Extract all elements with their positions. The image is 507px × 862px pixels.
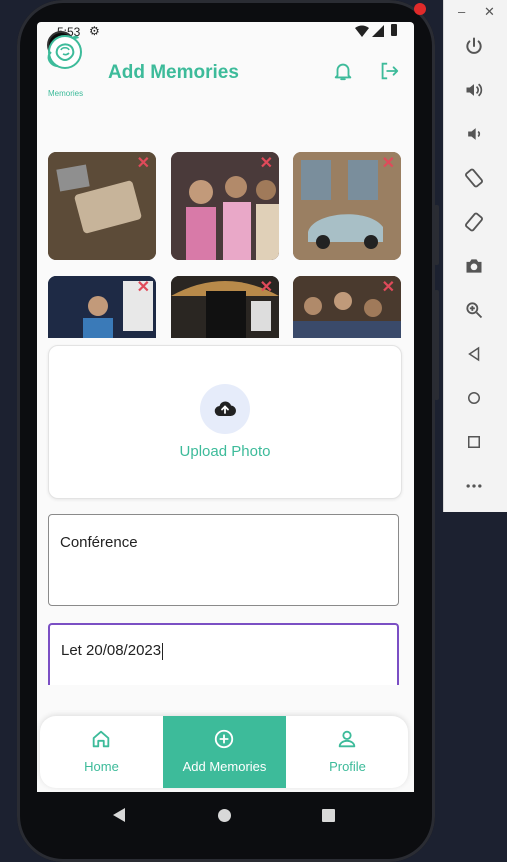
description-field-value: Let 20/08/2023	[61, 642, 162, 659]
remove-photo-icon[interactable]: ✕	[137, 280, 150, 296]
bottom-navigation: Home Add Memories Profile	[40, 716, 408, 788]
text-caret	[162, 642, 164, 660]
home-nav-icon[interactable]	[218, 809, 231, 822]
overview-icon[interactable]	[462, 430, 486, 454]
nav-add-memories[interactable]: Add Memories	[163, 716, 286, 788]
photo-thumb[interactable]: ✕	[48, 152, 156, 260]
profile-icon	[336, 728, 360, 752]
settings-gear-icon: ⚙	[89, 24, 100, 38]
record-indicator	[414, 3, 426, 15]
memories-logo-icon	[43, 30, 89, 84]
nav-home[interactable]: Home	[40, 716, 163, 788]
title-field-value: Conférence	[60, 534, 138, 551]
more-icon[interactable]	[462, 474, 486, 498]
nav-profile[interactable]: Profile	[286, 716, 408, 788]
wifi-icon	[355, 25, 369, 40]
battery-icon	[391, 24, 397, 36]
remove-photo-icon[interactable]: ✕	[260, 156, 273, 172]
remove-photo-icon[interactable]: ✕	[137, 156, 150, 172]
logo-text: Memories	[48, 89, 84, 98]
remove-photo-icon[interactable]: ✕	[382, 156, 395, 172]
upload-photo-card[interactable]: Upload Photo	[48, 345, 402, 499]
volume-down-icon[interactable]	[462, 122, 486, 146]
power-icon[interactable]	[462, 34, 486, 58]
app-screen: 5:53 ⚙ Memories Add Memories ✕ ✕ ✕ ✕ ✕ ✕…	[37, 22, 414, 792]
volume-up-icon[interactable]	[462, 78, 486, 102]
nav-home-label: Home	[84, 759, 119, 774]
phone-power-button	[434, 205, 439, 265]
description-field[interactable]: Let 20/08/2023	[48, 623, 399, 685]
recents-nav-icon[interactable]	[322, 809, 335, 822]
page-title: Add Memories	[108, 62, 239, 83]
nav-profile-label: Profile	[329, 759, 366, 774]
bell-icon[interactable]	[332, 60, 356, 84]
title-field[interactable]: Conférence	[48, 514, 399, 606]
camera-icon[interactable]	[462, 254, 486, 278]
remove-photo-icon[interactable]: ✕	[382, 280, 395, 296]
emulator-toolbar: – ✕	[443, 0, 507, 512]
system-navigation-bar	[37, 792, 414, 840]
phone-volume-button	[434, 290, 439, 400]
photo-thumb[interactable]: ✕	[293, 276, 401, 338]
photo-thumb[interactable]: ✕	[293, 152, 401, 260]
back-nav-icon[interactable]	[113, 808, 125, 822]
zoom-icon[interactable]	[462, 298, 486, 322]
photo-thumb[interactable]: ✕	[171, 152, 279, 260]
rotate-right-icon[interactable]	[462, 210, 486, 234]
photo-thumb[interactable]: ✕	[171, 276, 279, 338]
add-circle-icon	[213, 728, 237, 752]
upload-icon[interactable]	[200, 384, 250, 434]
photo-thumb[interactable]: ✕	[48, 276, 156, 338]
upload-photo-label: Upload Photo	[179, 443, 271, 460]
nav-add-memories-label: Add Memories	[182, 759, 267, 774]
minimize-icon[interactable]: –	[458, 4, 465, 19]
home-circle-icon[interactable]	[462, 386, 486, 410]
back-icon[interactable]	[462, 342, 486, 366]
rotate-left-icon[interactable]	[462, 166, 486, 190]
remove-photo-icon[interactable]: ✕	[260, 280, 273, 296]
status-bar: 5:53 ⚙	[37, 22, 414, 42]
close-window-icon[interactable]: ✕	[484, 4, 495, 20]
signal-icon	[372, 25, 384, 40]
logout-icon[interactable]	[378, 60, 402, 84]
home-icon	[90, 728, 114, 752]
